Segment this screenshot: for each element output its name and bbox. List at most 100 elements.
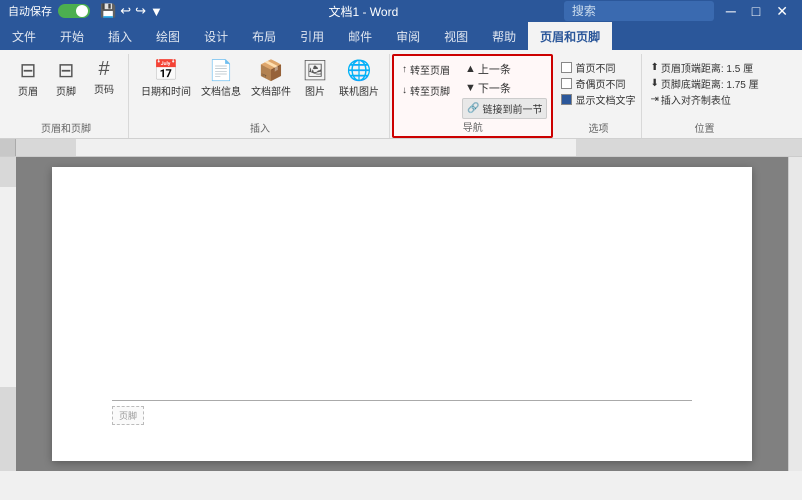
group-header-footer-label: 页眉和页脚	[41, 120, 91, 138]
tab-draw[interactable]: 绘图	[144, 22, 192, 50]
docparts-button[interactable]: 📦 文档部件	[247, 56, 295, 100]
group-header-footer: ⊟ 页眉 ⊟ 页脚 # 页码 页眉和页脚	[4, 54, 129, 138]
close-button[interactable]: ✕	[770, 1, 794, 22]
page-number-icon: #	[98, 58, 109, 81]
tab-header-footer[interactable]: 页眉和页脚	[528, 22, 612, 50]
ruler: // Will be rendered via JS below	[0, 139, 802, 157]
options-items: 首页不同 奇偶页不同 显示文档文字	[561, 56, 635, 120]
header-button[interactable]: ⊟ 页眉	[10, 56, 46, 100]
goto-header-label: 转至页眉	[410, 62, 450, 77]
goto-header-button[interactable]: ↑ 转至页眉	[398, 60, 458, 79]
ruler-track: // Will be rendered via JS below	[16, 139, 802, 157]
first-page-checkbox[interactable]	[561, 62, 572, 73]
document-title: 文档1 - Word	[169, 3, 558, 20]
tab-home[interactable]: 开始	[48, 22, 96, 50]
autosave-toggle[interactable]	[58, 4, 90, 18]
autosave-bar: 自动保存 💾 ↩ ↪ ▼ 文档1 - Word ─ □ ✕	[0, 0, 802, 22]
goto-buttons: ↑ 转至页眉 ↓ 转至页脚	[398, 60, 458, 100]
footer-label: 页脚	[56, 83, 76, 98]
goto-header-icon: ↑	[402, 64, 407, 75]
left-ruler-svg	[0, 157, 16, 471]
group-navigation-label: 导航	[463, 119, 483, 137]
footer-button[interactable]: ⊟ 页脚	[48, 56, 84, 100]
pos-footer-bottom: ⬇ 页脚底端距离: 1.75 厘	[650, 76, 758, 91]
datetime-icon: 📅	[154, 58, 179, 83]
page-wrapper[interactable]: 页脚	[16, 157, 788, 471]
nav-next-label: 下一条	[478, 80, 511, 96]
odd-even-checkbox[interactable]	[561, 78, 572, 89]
docinfo-button[interactable]: 📄 文档信息	[197, 56, 245, 100]
tab-insert[interactable]: 插入	[96, 22, 144, 50]
group-insert: 📅 日期和时间 📄 文档信息 📦 文档部件 🖼 图片 🌐 联机图片	[131, 54, 390, 138]
restore-button[interactable]: □	[746, 1, 766, 22]
left-ruler	[0, 157, 16, 471]
pos-insert-align-label: 插入对齐制表位	[661, 92, 731, 107]
show-doc-text-label: 显示文档文字	[575, 92, 635, 107]
first-page-label: 首页不同	[575, 60, 615, 75]
group-navigation: ↑ 转至页眉 ↓ 转至页脚 ▲ 上一条 ▼ 下	[392, 54, 553, 138]
minimize-button[interactable]: ─	[720, 1, 742, 22]
docinfo-label: 文档信息	[201, 83, 241, 98]
ribbon-tabs: 文件 开始 插入 绘图 设计 布局 引用 邮件 审阅 视图 帮助 页眉和页脚	[0, 22, 802, 50]
ruler-svg: // Will be rendered via JS below	[16, 139, 802, 157]
page: 页脚	[52, 167, 752, 461]
redo-button[interactable]: ↪	[135, 3, 146, 19]
tab-file[interactable]: 文件	[0, 22, 48, 50]
pos-header-top-icon: ⬆	[650, 62, 658, 73]
group-position: ⬆ 页眉顶端距离: 1.5 厘 ⬇ 页脚底端距离: 1.75 厘 ⇥ 插入对齐制…	[644, 54, 764, 138]
page-number-button[interactable]: # 页码	[86, 56, 122, 98]
autosave-toggle-knob	[76, 5, 88, 17]
tab-review[interactable]: 审阅	[384, 22, 432, 50]
tab-layout[interactable]: 布局	[240, 22, 288, 50]
page-content	[112, 207, 692, 327]
docparts-icon: 📦	[259, 58, 284, 83]
save-button[interactable]: 💾	[100, 3, 116, 19]
pos-insert-align-icon: ⇥	[650, 94, 658, 105]
right-scrollbar[interactable]	[788, 157, 802, 471]
nav-prev-icon: ▲	[465, 63, 476, 75]
goto-footer-icon: ↓	[402, 85, 407, 96]
show-doc-text-checkbox[interactable]	[561, 94, 572, 105]
tab-help[interactable]: 帮助	[480, 22, 528, 50]
picture-button[interactable]: 🖼 图片	[297, 56, 333, 100]
ribbon-content: ⊟ 页眉 ⊟ 页脚 # 页码 页眉和页脚 📅 日期和时间	[0, 50, 802, 138]
footer-area-label: 页脚	[112, 406, 144, 425]
link-prev-label: 链接到前一节	[482, 101, 542, 116]
tab-design[interactable]: 设计	[192, 22, 240, 50]
option-show-doc-text[interactable]: 显示文档文字	[561, 92, 635, 107]
option-first-page[interactable]: 首页不同	[561, 60, 635, 75]
search-input[interactable]	[564, 1, 714, 21]
tab-refs[interactable]: 引用	[288, 22, 336, 50]
goto-footer-label: 转至页脚	[410, 83, 450, 98]
online-picture-label: 联机图片	[339, 83, 379, 98]
tab-mail[interactable]: 邮件	[336, 22, 384, 50]
nav-prev-label: 上一条	[478, 61, 511, 77]
position-items: ⬆ 页眉顶端距离: 1.5 厘 ⬇ 页脚底端距离: 1.75 厘 ⇥ 插入对齐制…	[650, 56, 758, 120]
tab-view[interactable]: 视图	[432, 22, 480, 50]
datetime-button[interactable]: 📅 日期和时间	[137, 56, 195, 100]
odd-even-label: 奇偶页不同	[575, 76, 625, 91]
group-insert-buttons: 📅 日期和时间 📄 文档信息 📦 文档部件 🖼 图片 🌐 联机图片	[137, 56, 383, 120]
page-footer-area: 页脚	[112, 406, 692, 431]
nav-prev[interactable]: ▲ 上一条	[462, 60, 514, 78]
undo-button[interactable]: ↩	[120, 3, 131, 19]
picture-icon: 🖼	[302, 58, 327, 83]
window-controls: ─ □ ✕	[720, 1, 794, 22]
document-area: 页脚	[0, 157, 802, 471]
pos-footer-bottom-label: 页脚底端距离: 1.75 厘	[661, 76, 759, 91]
ribbon: 文件 开始 插入 绘图 设计 布局 引用 邮件 审阅 视图 帮助 页眉和页脚 ⊟…	[0, 22, 802, 139]
option-odd-even[interactable]: 奇偶页不同	[561, 76, 635, 91]
pos-insert-align[interactable]: ⇥ 插入对齐制表位	[650, 92, 758, 107]
pos-footer-bottom-icon: ⬇	[650, 78, 658, 89]
autosave-label: 自动保存	[8, 3, 52, 19]
online-picture-button[interactable]: 🌐 联机图片	[335, 56, 383, 100]
nav-prev-next: ▲ 上一条 ▼ 下一条 🔗 链接到前一节	[462, 60, 547, 119]
nav-next[interactable]: ▼ 下一条	[462, 79, 514, 97]
footer-icon: ⊟	[58, 58, 75, 83]
customize-button[interactable]: ▼	[150, 4, 163, 19]
nav-next-icon: ▼	[465, 82, 476, 94]
link-prev-button[interactable]: 🔗 链接到前一节	[462, 98, 547, 119]
pos-header-top-label: 页眉顶端距离: 1.5 厘	[661, 60, 753, 75]
header-label: 页眉	[18, 83, 38, 98]
goto-footer-button[interactable]: ↓ 转至页脚	[398, 81, 458, 100]
